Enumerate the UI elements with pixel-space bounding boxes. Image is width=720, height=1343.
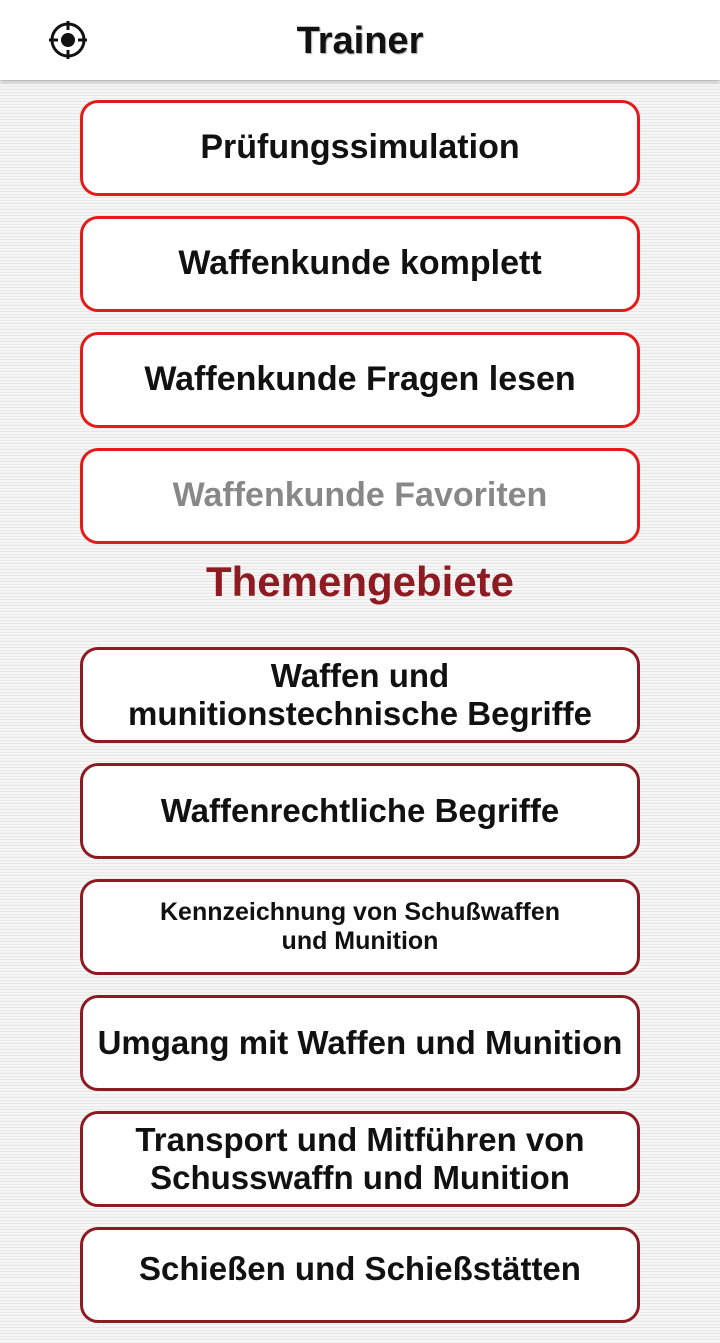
topic-label: Kennzeichnung von Schußwaffen und Muniti… [159, 898, 560, 955]
topic-label: Umgang mit Waffen und Munition [97, 1024, 623, 1062]
topic-label: Waffenrechtliche Begriffe [160, 792, 560, 830]
topics-heading: Themengebiete [205, 558, 515, 605]
exam-simulation-button[interactable]: Prüfungssimulation [80, 100, 640, 196]
weapon-knowledge-complete-button[interactable]: Waffenkunde komplett [80, 216, 640, 312]
topic-item[interactable]: Kennzeichnung von Schußwaffen und Muniti… [80, 879, 640, 975]
topic-item[interactable]: Umgang mit Waffen und Munition [80, 995, 640, 1091]
app-bar: Trainer [0, 0, 720, 80]
topic-item[interactable]: Waffenrechtliche Begriffe [80, 763, 640, 859]
page-title: Trainer [296, 20, 424, 62]
topic-item[interactable]: Transport und Mitführen von Schusswaffn … [80, 1111, 640, 1207]
topic-item[interactable]: Schießen und Schießstätten [80, 1227, 640, 1323]
read-questions-button[interactable]: Waffenkunde Fragen lesen [80, 332, 640, 428]
topic-item[interactable]: Waffen und munitionstechnische Begriffe [80, 647, 640, 743]
topic-label: Waffen und munitionstechnische Begriffe [128, 657, 592, 732]
favorites-button[interactable]: Waffenkunde Favoriten [80, 448, 640, 544]
topic-label: Schießen und Schießstätten [139, 1250, 581, 1287]
menu-list: Prüfungssimulation Waffenkunde komplett … [0, 100, 720, 1343]
topic-label: Transport und Mitführen von Schusswaffn … [135, 1121, 585, 1196]
